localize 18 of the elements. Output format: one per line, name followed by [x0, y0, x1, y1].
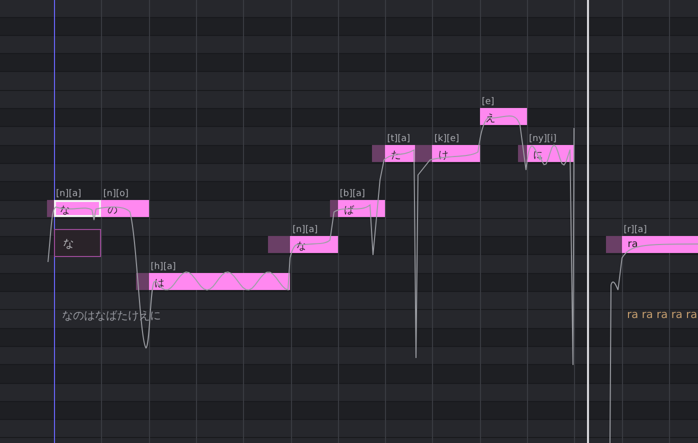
- phoneme-label: [n][o]: [102, 188, 129, 198]
- lyric-field[interactable]: な: [54, 229, 101, 257]
- transition-shade: [606, 236, 622, 254]
- phoneme-label: [ny][i]: [528, 134, 557, 144]
- phoneme-label: [h][a]: [150, 262, 176, 272]
- phoneme-label: [n][a]: [291, 225, 318, 236]
- phrase-lyrics: ra ra ra ra ra: [627, 308, 698, 321]
- phoneme-label: [t][a]: [386, 134, 410, 144]
- phoneme-label: [e]: [480, 97, 494, 107]
- note-block[interactable]: ra: [622, 236, 698, 254]
- phoneme-label: [n][a]: [54, 188, 82, 198]
- transition-shade: [372, 144, 386, 162]
- phoneme-label: [k][e]: [433, 134, 460, 144]
- phoneme-label: [r][a]: [622, 225, 647, 236]
- phoneme-label: [b][a]: [338, 188, 366, 198]
- transition-shade: [268, 236, 290, 254]
- note-block[interactable]: え: [480, 108, 527, 125]
- transition-shade: [415, 144, 432, 162]
